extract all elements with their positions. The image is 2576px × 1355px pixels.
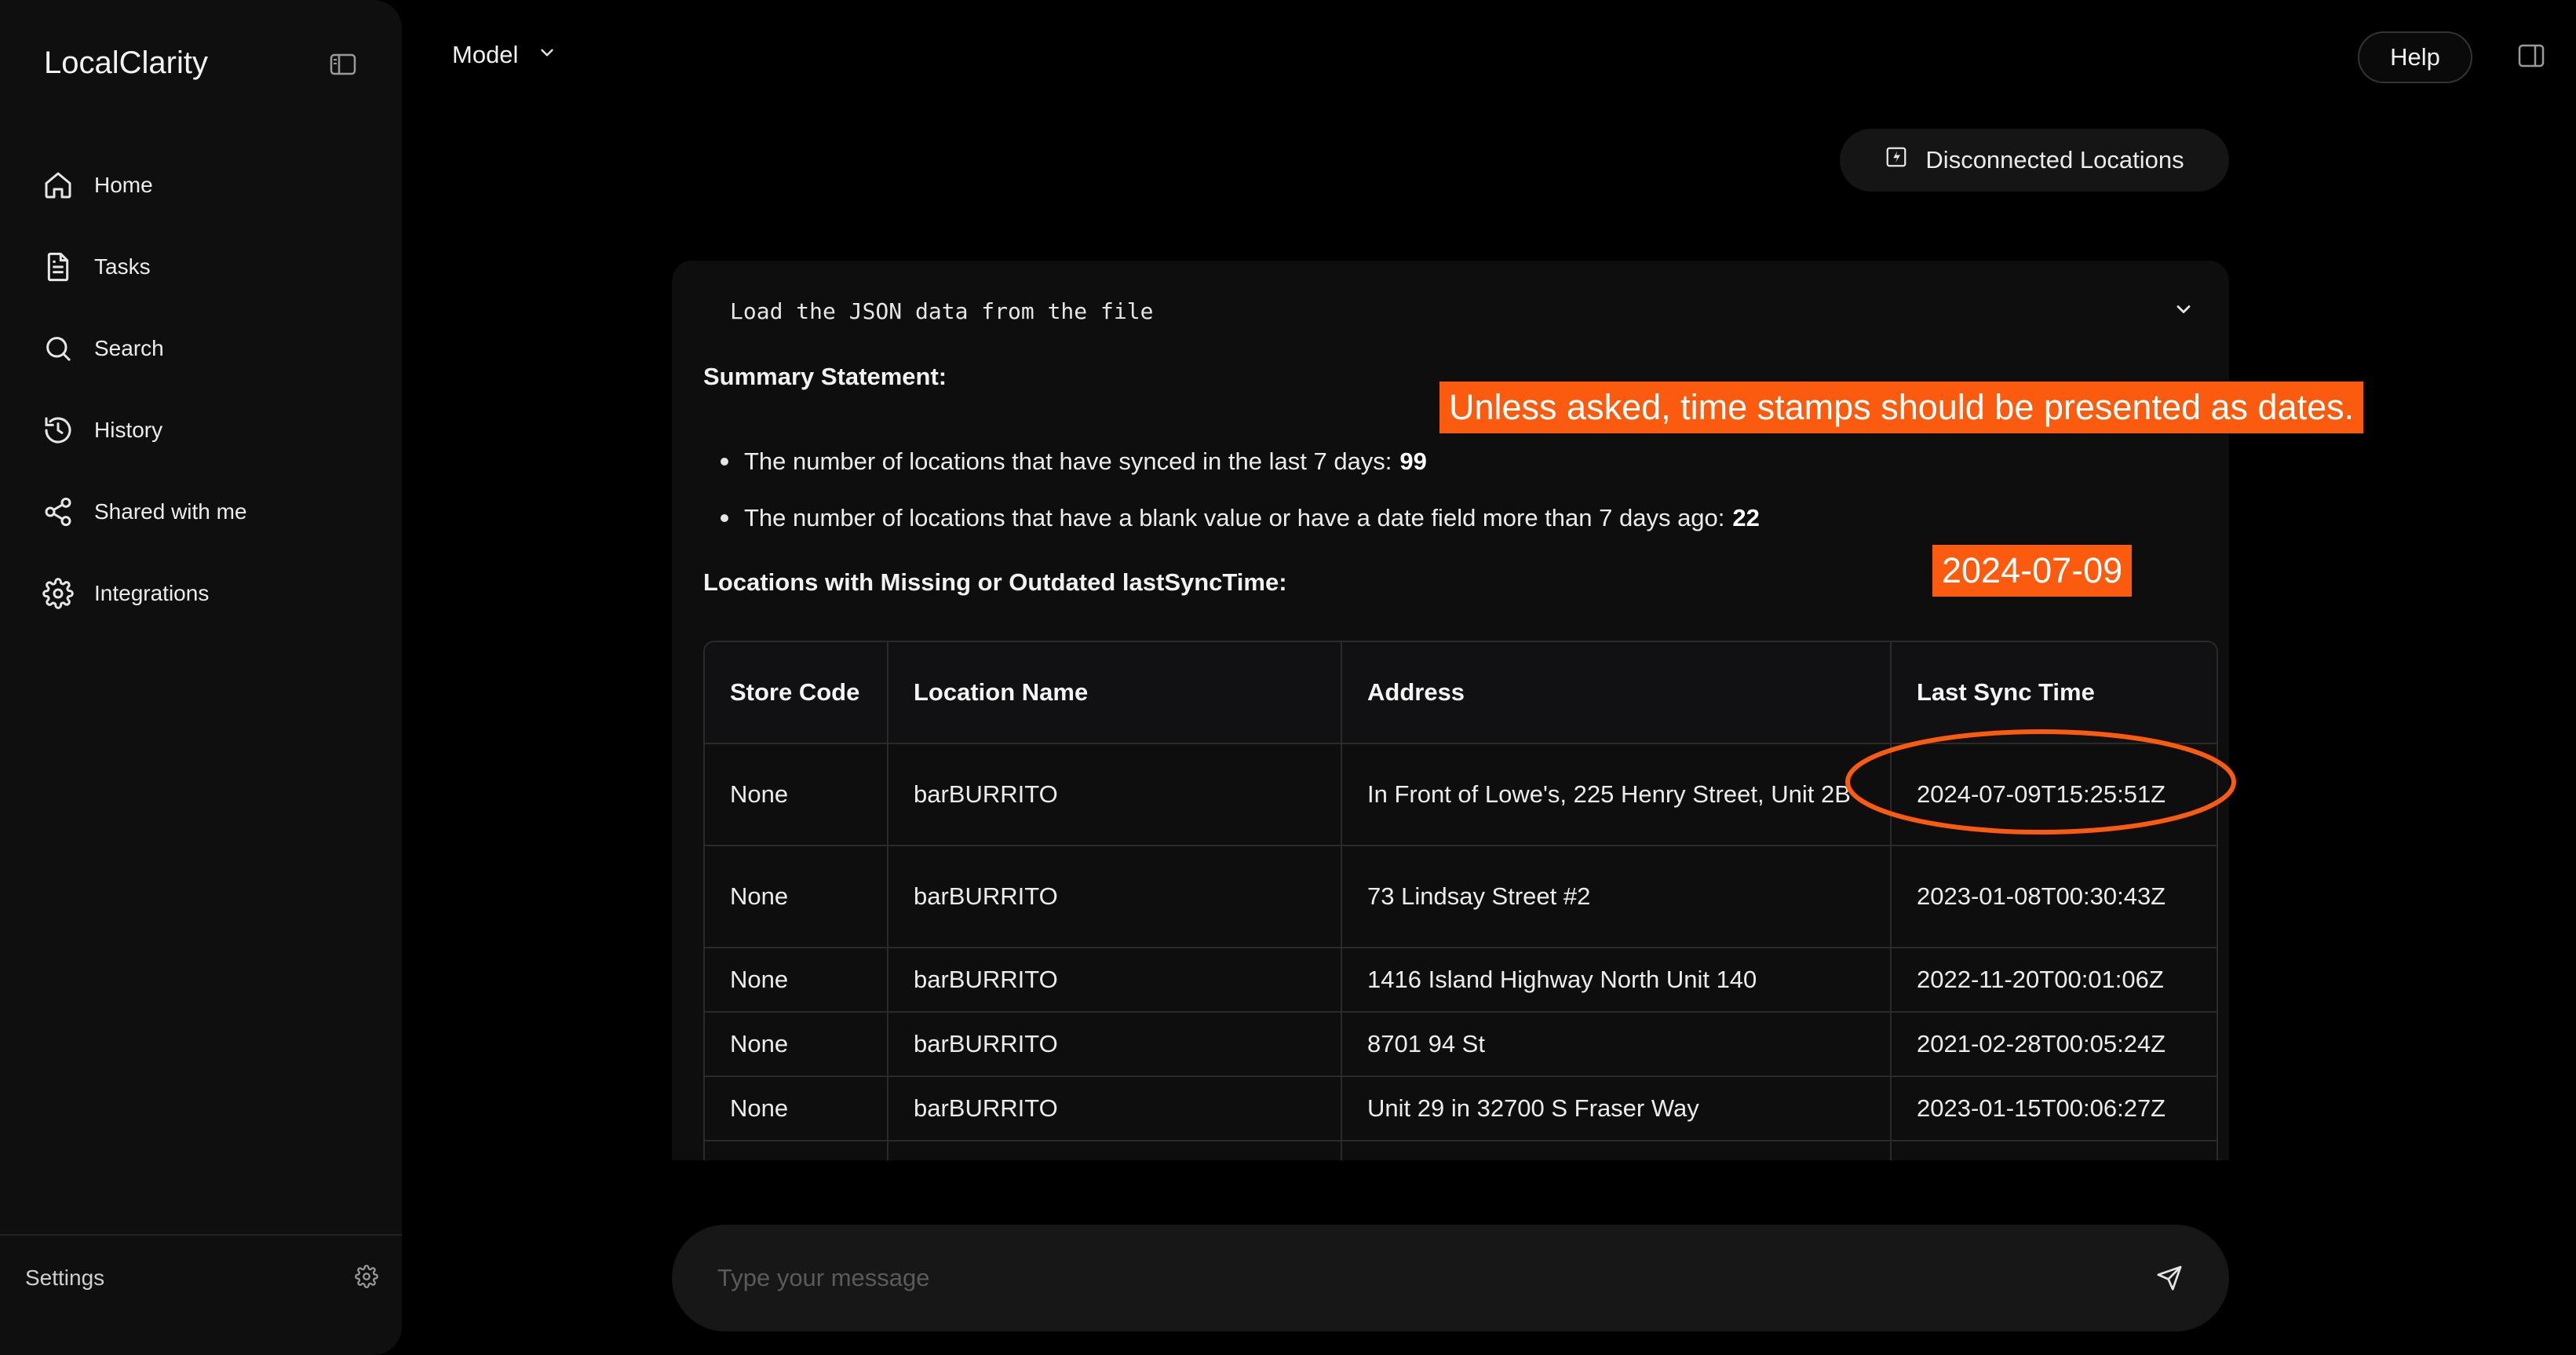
settings-button[interactable]: Settings [25,1261,378,1295]
sidebar-item-label: Integrations [94,581,210,605]
column-header: Address [1341,642,1892,744]
table-cell: 1416 Island Highway North Unit 140 [1341,948,1892,1013]
sidebar-item-label: Shared with me [94,499,247,524]
sidebar-nav: Home Tasks Search History Shared with me [42,144,372,634]
table-cell: barBURRITO [888,1012,1342,1077]
bullet-value: 22 [1732,504,1760,531]
locations-heading: Locations with Missing or Outdated lastS… [703,568,1287,596]
gear-icon [42,577,75,610]
table-row: None barBURRITO 1416 Island Highway Nort… [705,948,2217,1013]
table-cell: None [705,743,888,846]
sidebar-item-history[interactable]: History [42,389,372,471]
sidebar-item-label: Home [94,173,153,197]
settings-gear-icon[interactable] [355,1264,378,1292]
bullet-text: The number of locations that have a blan… [744,504,1725,531]
model-label: Model [452,41,519,68]
bullet-text: The number of locations that have synced… [744,447,1392,475]
sidebar-divider [0,1234,402,1236]
table-cell: 2022-11-20T00:01:06Z [1891,948,2217,1013]
column-header: Last Sync Time [1891,642,2217,744]
sidebar-toggle-icon[interactable] [330,53,356,75]
bullet-value: 99 [1399,447,1427,475]
table-cell: 2023-01-15T00:06:27Z [1891,1076,2217,1141]
lightning-file-icon [1885,145,1908,175]
table-cell: 8701 94 St [1341,1012,1892,1077]
right-panel-toggle-icon[interactable] [2518,44,2545,68]
model-dropdown[interactable]: Model [452,41,557,69]
share-icon [42,495,75,528]
table-cell: 2021-02-28T00:05:24Z [1891,1012,2217,1077]
table-row: None barBURRITO 8701 94 St 2021-02-28T00… [705,1012,2217,1077]
message-input[interactable] [716,1263,2154,1293]
table-cell: In Front of Lowe's, 225 Henry Street, Un… [1341,743,1892,846]
search-icon [42,332,75,365]
home-icon [42,169,75,202]
table-cell: barBURRITO [888,846,1342,948]
sidebar-item-search[interactable]: Search [42,308,372,389]
table-cell: 73 Lindsay Street #2 [1341,846,1892,948]
sidebar-item-label: Search [94,336,164,360]
sidebar: LocalClarity Home Tasks Search History S… [0,0,402,1355]
summary-heading: Summary Statement: [703,363,947,390]
sidebar-item-shared[interactable]: Shared with me [42,471,372,553]
table-cell: 2024-07-09T15:25:51Z [1891,743,2217,846]
document-icon [42,250,75,283]
sidebar-item-integrations[interactable]: Integrations [42,553,372,634]
locations-table: Store Code Location Name Address Last Sy… [703,641,2218,1160]
chevron-down-icon [537,41,557,69]
list-item: The number of locations that have a blan… [703,490,1760,546]
message-composer [672,1225,2229,1331]
table-cell: barBURRITO [888,948,1342,1013]
table-cell: barBURRITO [888,743,1342,846]
settings-label: Settings [25,1266,105,1290]
table-cell: None [705,1012,888,1077]
disconnected-locations-button[interactable]: Disconnected Locations [1840,129,2229,192]
app-title: LocalClarity [44,46,208,80]
code-step-header[interactable]: Load the JSON data from the file [730,287,2195,334]
annotation-date-example: 2024-07-09 [1932,545,2133,597]
summary-list: The number of locations that have synced… [703,433,1760,546]
code-step-text: Load the JSON data from the file [730,298,1154,324]
help-button[interactable]: Help [2358,31,2472,83]
list-item: The number of locations that have synced… [703,433,1760,490]
table-header-row: Store Code Location Name Address Last Sy… [705,642,2217,744]
table-cell: None [705,1076,888,1141]
table-cell: barBURRITO [888,1076,1342,1141]
annotation-note: Unless asked, time stamps should be pres… [1439,382,2364,433]
table-row: None barBURRITO 73 Lindsay Street #2 202… [705,846,2217,948]
column-header: Store Code [705,642,888,744]
table-cell: None [705,846,888,948]
table-row: None barBURRITO In Front of Lowe's, 225 … [705,743,2217,846]
sidebar-item-home[interactable]: Home [42,144,372,226]
column-header: Location Name [888,642,1342,744]
table-cell: 2023-01-08T00:30:43Z [1891,846,2217,948]
table-cell: None [705,948,888,1013]
history-icon [42,414,75,447]
sidebar-item-tasks[interactable]: Tasks [42,226,372,308]
sidebar-item-label: History [94,418,163,442]
chevron-down-icon[interactable] [2173,298,2195,324]
send-icon[interactable] [2154,1262,2185,1294]
table-cell: Unit 29 in 32700 S Fraser Way [1341,1076,1892,1141]
table-row-partial [705,1141,2217,1160]
table-row: None barBURRITO Unit 29 in 32700 S Frase… [705,1076,2217,1141]
disconnected-locations-label: Disconnected Locations [1925,146,2184,173]
sidebar-item-label: Tasks [94,254,151,279]
